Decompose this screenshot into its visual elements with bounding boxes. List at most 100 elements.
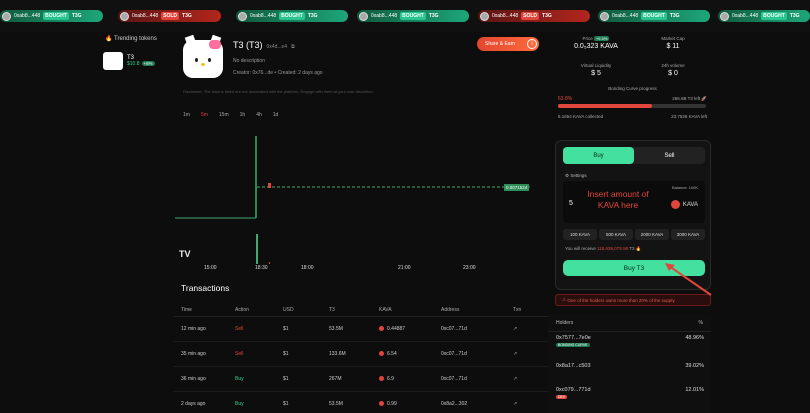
avatar <box>2 11 11 21</box>
stat-market-cap-value: $ 11 <box>666 43 680 50</box>
bow-icon <box>209 40 221 49</box>
list-item[interactable]: 0x7577...7e0e BONDING CURVE 48.96% <box>556 335 704 348</box>
amount-input[interactable]: Insert amount of KAVA here Balance: 100K… <box>563 181 705 223</box>
timeframe-1h[interactable]: 1h <box>240 112 246 118</box>
stat-volume: 24h volume $ 0 <box>638 63 708 77</box>
stat-market-cap: Market Cap $ 11 <box>638 36 708 50</box>
receive-token: T3 <box>629 246 635 251</box>
preset-2000[interactable]: 2000 KAVA <box>635 229 669 240</box>
row-kava-value: 6.54 <box>387 351 397 357</box>
timeframe-1d[interactable]: 1d <box>273 112 279 118</box>
ticker-token: T3G <box>669 13 680 19</box>
trending-title: 🔥 Trending tokens <box>105 35 157 42</box>
tab-sell[interactable]: Sell <box>634 147 705 164</box>
tokens-left-text: 266.6B T3 left <box>672 96 701 101</box>
col-t3[interactable]: T3 <box>329 307 379 313</box>
amount-value[interactable]: 5 <box>569 200 573 207</box>
price-candle-sell <box>268 183 271 188</box>
trending-title-text: Trending tokens <box>114 36 157 42</box>
activity-ticker: 0xab8...448 BOUGHT T3G 0xab8...448 SOLD … <box>0 0 810 32</box>
x-tick-label: 15:00 <box>204 265 217 271</box>
row-kava: 0.44887 <box>379 326 441 332</box>
list-item[interactable]: 0x8a17...c503 39.02% <box>556 363 704 369</box>
col-kava[interactable]: KAVA <box>379 307 441 313</box>
stat-liquidity-value: $ 5 <box>591 70 601 77</box>
row-action: Buy <box>235 401 244 407</box>
share-earn-button[interactable]: Share & Earn i <box>477 37 539 51</box>
list-item[interactable]: 0xc079...771d DEV 12.01% <box>556 387 704 400</box>
row-usd: $1 <box>283 401 289 407</box>
trending-item-value: $10.8 <box>127 61 140 67</box>
copy-icon[interactable]: ⧉ <box>291 44 295 50</box>
holder-address[interactable]: 0x8a17...c503 <box>556 363 591 369</box>
row-kava-value: 0.44887 <box>387 326 406 332</box>
ticker-token: T3G <box>428 13 439 19</box>
external-link-icon[interactable]: ↗ <box>513 376 548 382</box>
row-address[interactable]: 0xc07...71d <box>441 326 513 332</box>
preset-100[interactable]: 100 KAVA <box>563 229 597 240</box>
ticker-item[interactable]: 0xab8...448 BOUGHT T3G <box>357 10 469 22</box>
col-usd[interactable]: USD <box>283 307 329 313</box>
row-address[interactable]: 0x8a2...302 <box>441 401 513 407</box>
table-row: 2 days ago Buy $1 53.5M 0.99 0x8a2...302… <box>173 392 548 413</box>
creator-address[interactable]: Creator: 0x76...de <box>233 70 273 76</box>
row-t3: 133.6M <box>329 351 346 357</box>
holders-pct-header: % <box>698 320 703 326</box>
timeframe-1m[interactable]: 1m <box>183 112 190 118</box>
stat-price-label: Price <box>582 36 593 41</box>
tradingview-logo: TV <box>179 249 191 259</box>
timeframe-4h[interactable]: 4h <box>256 112 262 118</box>
preset-3000[interactable]: 3000 KAVA <box>671 229 705 240</box>
timeframe-selector: 1m 5m 15m 1h 4h 1d <box>183 112 278 118</box>
stat-volume-label: 24h volume <box>661 63 685 68</box>
external-link-icon[interactable]: ↗ <box>513 351 548 357</box>
timeframe-5m[interactable]: 5m <box>201 112 208 118</box>
info-icon[interactable]: i <box>527 39 537 49</box>
row-kava: 6.54 <box>379 351 441 357</box>
kava-icon <box>379 401 384 407</box>
ticker-item[interactable]: 0xab8...448 SOLD T3G <box>118 10 221 22</box>
price-chart[interactable] <box>173 124 548 267</box>
holder-address[interactable]: 0xc079...771d <box>556 387 591 393</box>
row-address[interactable]: 0xc07...71d <box>441 351 513 357</box>
kava-icon <box>379 326 384 332</box>
tab-buy[interactable]: Buy <box>563 147 634 164</box>
col-action[interactable]: Action <box>235 307 283 313</box>
row-kava: 6.9 <box>379 376 441 382</box>
token-title: T3 (T3) 0x4d...e4 ⧉ <box>233 40 295 50</box>
external-link-icon[interactable]: ↗ <box>513 401 548 407</box>
table-header: Time Action USD T3 KAVA Address Txn <box>173 303 548 317</box>
ticker-item[interactable]: 0xab8...448 BOUGHT T3G <box>0 10 103 22</box>
receive-value: 118,639,075.58 <box>597 246 629 251</box>
row-kava-value: 6.9 <box>387 376 394 382</box>
ticker-item[interactable]: 0xab8...448 SOLD T3G <box>478 10 590 22</box>
ticker-token: T3G <box>542 13 552 19</box>
avatar <box>359 11 368 21</box>
settings-button[interactable]: ⚙ Settings <box>565 173 587 179</box>
ticker-item[interactable]: 0xab8...448 BOUGHT T3G <box>718 10 810 22</box>
row-t3: 267M <box>329 376 342 382</box>
external-link-icon[interactable]: ↗ <box>513 326 548 332</box>
holder-address[interactable]: 0x7577...7e0e <box>556 335 591 341</box>
trade-panel: Price +6.0% 0.0₅323 KAVA Market Cap $ 11… <box>548 32 810 413</box>
col-time[interactable]: Time <box>173 307 235 313</box>
row-address[interactable]: 0xc07...71d <box>441 376 513 382</box>
token-address[interactable]: 0x4d...e4 <box>267 44 288 50</box>
ticker-item[interactable]: 0xab8...448 BOUGHT T3G <box>598 10 710 22</box>
holders-header: Holders % <box>548 315 711 332</box>
row-action: Buy <box>235 376 244 382</box>
preset-amounts: 100 KAVA 500 KAVA 2000 KAVA 3000 KAVA <box>563 229 705 240</box>
trade-tabs: Buy Sell <box>563 147 705 164</box>
stat-liquidity: Virtual Liquidity $ 5 <box>561 63 631 77</box>
col-address[interactable]: Address <box>441 307 513 313</box>
trending-item[interactable]: T3 $10.8 +6% <box>103 52 155 70</box>
ticker-token: T3G <box>307 13 318 19</box>
ticker-item[interactable]: 0xab8...448 BOUGHT T3G <box>236 10 348 22</box>
annotation-arrow <box>665 263 712 296</box>
ticker-address: 0xab8...448 <box>492 13 519 19</box>
holders-list: Holders % 0x7577...7e0e BONDING CURVE 48… <box>548 315 711 413</box>
col-txn[interactable]: Txn <box>513 307 548 313</box>
preset-500[interactable]: 500 KAVA <box>599 229 633 240</box>
currency-selector[interactable]: KAVA <box>670 200 698 209</box>
timeframe-15m[interactable]: 15m <box>219 112 229 118</box>
